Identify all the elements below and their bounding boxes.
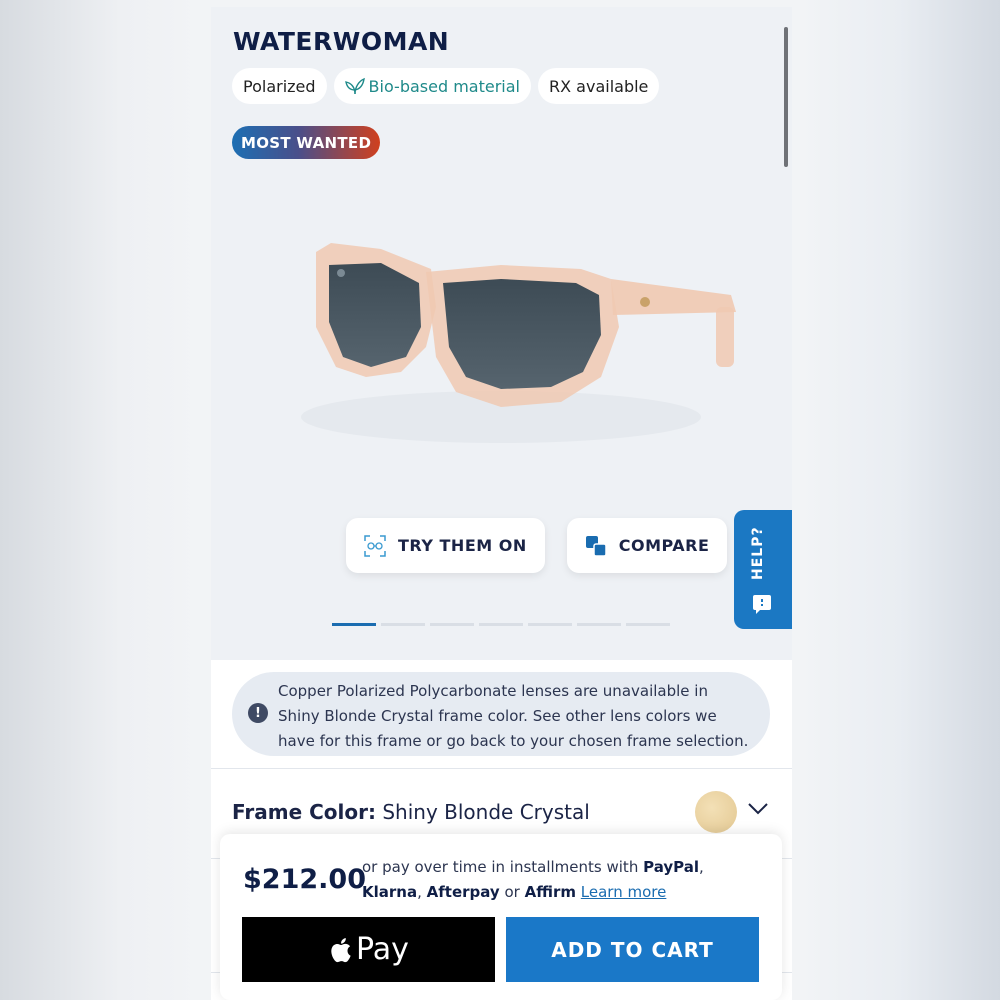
carousel-dot[interactable] bbox=[577, 623, 621, 626]
comma-separator: , bbox=[417, 883, 422, 901]
learn-more-link[interactable]: Learn more bbox=[581, 883, 667, 901]
apple-pay-label: Pay bbox=[356, 932, 409, 967]
installments-prefix: or pay over time in installments with bbox=[362, 858, 639, 876]
carousel-dot[interactable] bbox=[528, 623, 572, 626]
carousel-dot[interactable] bbox=[381, 623, 425, 626]
frame-color-label: Frame Color: bbox=[232, 800, 376, 824]
product-page: WATERWOMAN Polarized Bio-based material … bbox=[211, 7, 792, 1000]
feature-chips: Polarized Bio-based material RX availabl… bbox=[232, 68, 660, 104]
compare-button[interactable]: COMPARE bbox=[566, 518, 728, 573]
divider bbox=[211, 768, 792, 769]
comma-separator: , bbox=[699, 858, 704, 876]
product-actions: TRY THEM ON COMPARE bbox=[346, 518, 780, 573]
chip-label: Bio-based material bbox=[368, 76, 520, 96]
product-price: $212.00 bbox=[243, 864, 366, 895]
alert-icon: ! bbox=[248, 703, 268, 723]
notice-text: Copper Polarized Polycarbonate lenses ar… bbox=[278, 682, 749, 750]
chip-rx-available: RX available bbox=[538, 68, 660, 104]
compare-label: COMPARE bbox=[618, 536, 710, 555]
carousel-indicators bbox=[332, 623, 670, 626]
help-label: HELP? bbox=[750, 526, 766, 580]
availability-notice: ! Copper Polarized Polycarbonate lenses … bbox=[232, 672, 770, 756]
provider-afterpay: Afterpay bbox=[426, 883, 500, 901]
product-title: WATERWOMAN bbox=[233, 27, 450, 56]
chat-icon bbox=[753, 595, 771, 614]
or-separator: or bbox=[504, 883, 520, 901]
most-wanted-badge: MOST WANTED bbox=[232, 126, 381, 159]
frame-color-swatch[interactable] bbox=[695, 791, 737, 833]
provider-klarna: Klarna bbox=[362, 883, 418, 901]
chip-label: Polarized bbox=[243, 76, 316, 96]
installments-text: or pay over time in installments with Pa… bbox=[362, 855, 762, 905]
carousel-dot[interactable] bbox=[479, 623, 523, 626]
apple-pay-button[interactable]: Pay bbox=[242, 917, 495, 982]
carousel-dot[interactable] bbox=[430, 623, 474, 626]
try-them-on-button[interactable]: TRY THEM ON bbox=[346, 518, 545, 573]
leaf-icon bbox=[344, 77, 365, 95]
apple-logo-icon bbox=[331, 937, 351, 962]
carousel-dot[interactable] bbox=[626, 623, 670, 626]
face-scan-icon bbox=[364, 534, 386, 557]
scrollbar[interactable] bbox=[784, 27, 788, 167]
chip-bio-based: Bio-based material bbox=[333, 68, 531, 104]
chevron-down-icon[interactable] bbox=[747, 802, 769, 816]
chip-label: RX available bbox=[549, 76, 649, 96]
provider-paypal: PayPal bbox=[643, 858, 699, 876]
frame-color-value: Shiny Blonde Crystal bbox=[382, 800, 590, 824]
try-them-on-label: TRY THEM ON bbox=[398, 536, 527, 555]
compare-icon bbox=[585, 535, 607, 557]
provider-affirm: Affirm bbox=[524, 883, 577, 901]
product-image-sunglasses[interactable] bbox=[261, 217, 741, 477]
chip-polarized: Polarized bbox=[232, 68, 327, 104]
frame-color-row[interactable]: Frame Color: Shiny Blonde Crystal bbox=[232, 800, 590, 824]
add-to-cart-button[interactable]: ADD TO CART bbox=[506, 917, 759, 982]
purchase-panel: $212.00 or pay over time in installments… bbox=[220, 834, 782, 1000]
help-tab[interactable]: HELP? bbox=[734, 510, 792, 629]
carousel-dot[interactable] bbox=[332, 623, 376, 626]
